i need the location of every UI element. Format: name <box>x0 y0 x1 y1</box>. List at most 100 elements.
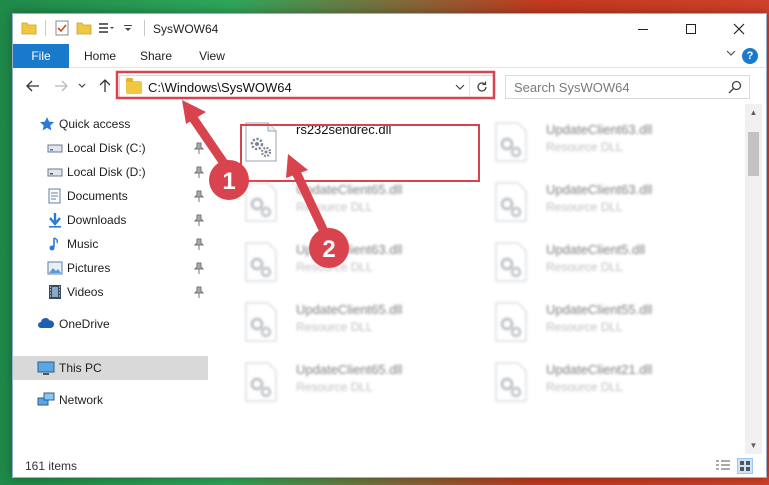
refresh-button[interactable] <box>469 76 493 98</box>
file-type: Resource DLL <box>546 380 623 394</box>
sidebar-item-pictures[interactable]: Pictures <box>13 256 208 280</box>
sidebar-item-music[interactable]: Music <box>13 232 208 256</box>
help-icon[interactable]: ? <box>742 48 758 64</box>
sidebar-item-label: OneDrive <box>59 317 110 331</box>
sidebar-item-network[interactable]: Network <box>13 388 208 412</box>
network-icon <box>37 392 55 408</box>
pin-icon[interactable] <box>193 190 205 202</box>
file-name: UpdateClient65.dll <box>296 302 403 317</box>
settings-file-icon <box>494 302 528 342</box>
maximize-button[interactable] <box>668 14 714 44</box>
sidebar-item-quick-access[interactable]: Quick access <box>13 112 208 136</box>
properties-icon[interactable] <box>54 20 70 36</box>
file-item[interactable]: UpdateClient5.dll Resource DLL <box>482 232 722 292</box>
pin-icon[interactable] <box>193 166 205 178</box>
file-item[interactable]: UpdateClient65.dll Resource DLL <box>232 352 472 412</box>
ribbon-tabs: File Home Share View ? <box>13 44 766 68</box>
sidebar-item-local-disk-d[interactable]: Local Disk (D:) <box>13 160 208 184</box>
file-name: UpdateClient63.dll <box>546 122 653 137</box>
sidebar-item-documents[interactable]: Documents <box>13 184 208 208</box>
file-name: UpdateClient63.dll <box>296 242 403 257</box>
drive-icon <box>47 164 63 180</box>
settings-file-icon <box>494 122 528 162</box>
sidebar-item-label: Pictures <box>67 261 111 275</box>
search-input[interactable]: Search SysWOW64 <box>514 80 630 95</box>
download-icon <box>47 212 63 228</box>
folder-icon <box>21 20 37 36</box>
drive-icon <box>47 140 63 156</box>
file-item[interactable]: UpdateClient63.dll Resource DLL <box>232 232 472 292</box>
sidebar-item-this-pc[interactable]: This PC <box>13 356 208 380</box>
scroll-down-icon[interactable]: ▼ <box>745 437 762 454</box>
title-bar: SysWOW64 <box>13 14 766 44</box>
back-button[interactable] <box>23 76 43 96</box>
sidebar-item-downloads[interactable]: Downloads <box>13 208 208 232</box>
address-bar[interactable]: C:\Windows\SysWOW64 <box>119 75 494 99</box>
sidebar-item-label: Videos <box>67 285 104 299</box>
settings-file-icon <box>244 302 278 342</box>
file-type: Resource DLL <box>546 320 623 334</box>
forward-button[interactable] <box>51 76 71 96</box>
settings-file-icon <box>244 242 278 282</box>
scrollbar-thumb[interactable] <box>748 132 759 176</box>
close-button[interactable] <box>716 14 762 44</box>
sidebar-item-local-disk-c[interactable]: Local Disk (C:) <box>13 136 208 160</box>
folder-icon <box>126 78 142 94</box>
tab-view[interactable]: View <box>187 44 237 68</box>
tab-file[interactable]: File <box>13 44 69 68</box>
chevron-down-icon[interactable] <box>455 78 465 99</box>
customize-toolbar-icon[interactable] <box>98 20 114 36</box>
file-type: Resource DLL <box>546 260 623 274</box>
up-button[interactable] <box>95 76 115 96</box>
status-bar: 161 items <box>13 454 766 477</box>
file-explorer-window: SysWOW64 File Home Share View ? C:\Windo… <box>12 13 767 478</box>
file-item[interactable]: UpdateClient65.dll Resource DLL <box>232 292 472 352</box>
settings-file-icon <box>244 182 278 222</box>
details-view-icon[interactable] <box>715 458 731 474</box>
address-path[interactable]: C:\Windows\SysWOW64 <box>148 80 292 95</box>
file-type: Resource DLL <box>296 200 373 214</box>
chevron-down-icon[interactable] <box>120 20 136 36</box>
file-type: Resource DLL <box>296 380 373 394</box>
search-icon[interactable] <box>727 79 743 95</box>
sidebar-item-onedrive[interactable]: OneDrive <box>13 312 208 336</box>
file-item[interactable]: UpdateClient55.dll Resource DLL <box>482 292 722 352</box>
file-name: UpdateClient21.dll <box>546 362 653 377</box>
expand-ribbon-icon[interactable] <box>726 47 736 61</box>
settings-file-icon <box>494 362 528 402</box>
file-item[interactable]: UpdateClient21.dll Resource DLL <box>482 352 722 412</box>
sidebar-item-videos[interactable]: Videos <box>13 280 208 304</box>
pictures-icon <box>47 260 63 276</box>
scroll-up-icon[interactable]: ▲ <box>745 104 762 121</box>
pin-icon[interactable] <box>193 286 205 298</box>
tab-share[interactable]: Share <box>131 44 181 68</box>
minimize-button[interactable] <box>620 14 666 44</box>
separator <box>144 20 145 36</box>
large-icons-view-icon[interactable] <box>737 458 753 474</box>
file-type: Resource DLL <box>296 320 373 334</box>
cloud-icon <box>37 316 55 332</box>
tab-home[interactable]: Home <box>75 44 125 68</box>
pin-icon[interactable] <box>193 214 205 226</box>
file-type: Resource DLL <box>546 140 623 154</box>
file-item[interactable]: UpdateClient65.dll Resource DLL <box>232 172 472 232</box>
recent-locations-button[interactable] <box>75 76 89 96</box>
separator <box>45 20 46 36</box>
pin-icon[interactable] <box>193 262 205 274</box>
file-type: Resource DLL <box>546 200 623 214</box>
sidebar-item-label: Downloads <box>67 213 127 227</box>
videos-icon <box>47 284 63 300</box>
sidebar-item-label: Documents <box>67 189 128 203</box>
file-item[interactable]: UpdateClient63.dll Resource DLL <box>482 112 722 172</box>
pin-icon[interactable] <box>193 238 205 250</box>
sidebar-item-label: Local Disk (C:) <box>67 141 146 155</box>
pin-icon[interactable] <box>193 142 205 154</box>
search-box[interactable]: Search SysWOW64 <box>505 75 750 99</box>
settings-file-icon <box>244 362 278 402</box>
sidebar-item-label: Quick access <box>59 117 131 131</box>
file-item[interactable]: UpdateClient63.dll Resource DLL <box>482 172 722 232</box>
settings-file-icon <box>494 182 528 222</box>
new-folder-icon[interactable] <box>76 20 92 36</box>
vertical-scrollbar[interactable]: ▲ ▼ <box>745 104 762 454</box>
file-list: rs232sendrec.dll UpdateClient63.dll Reso… <box>218 104 743 454</box>
